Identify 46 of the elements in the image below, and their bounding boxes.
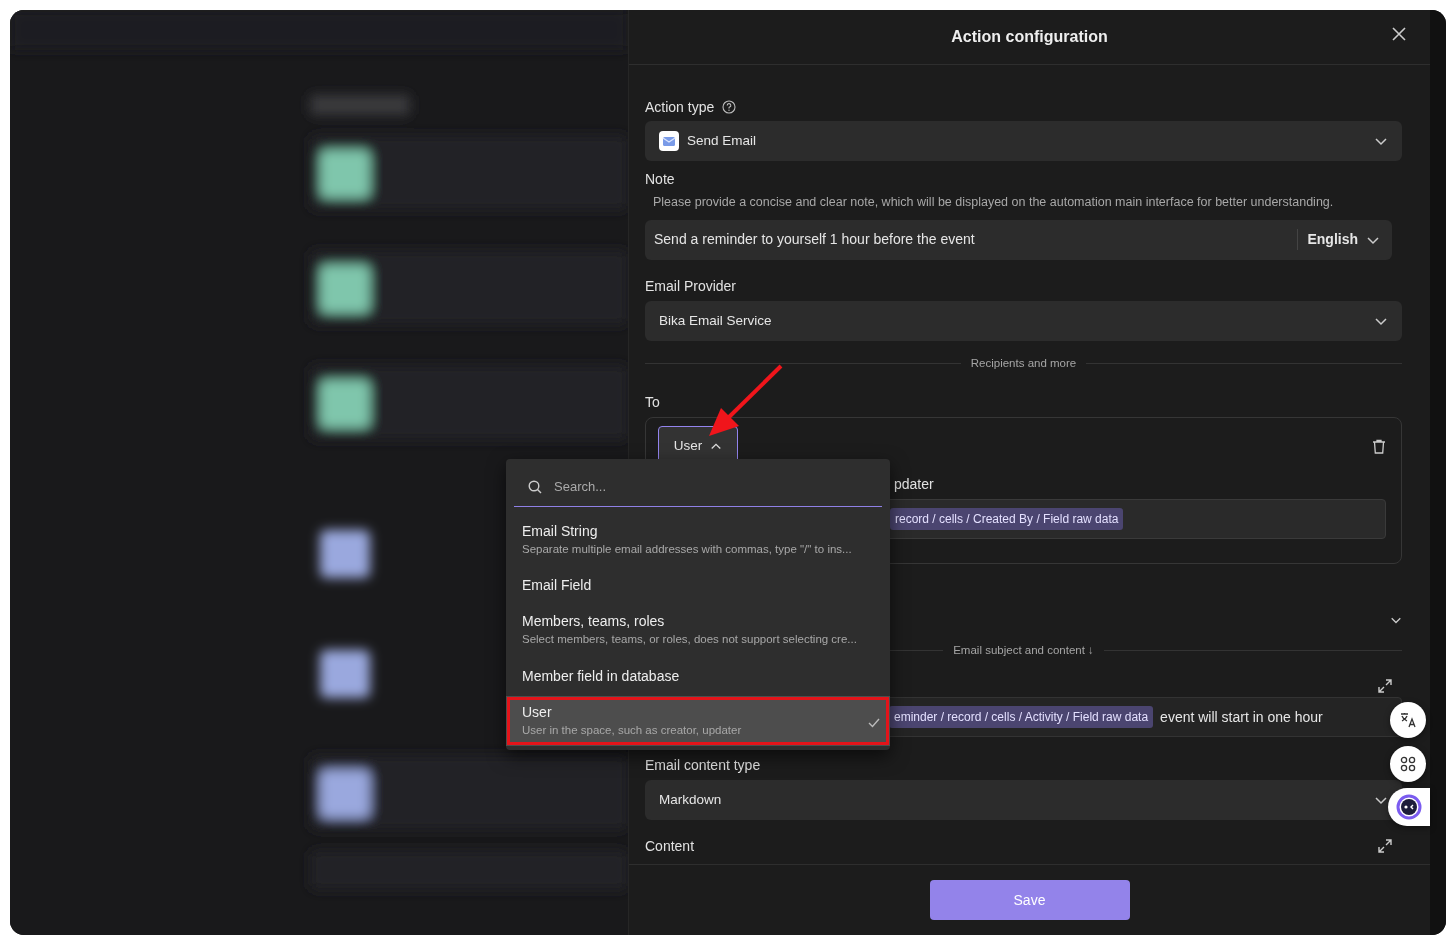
assistant-button[interactable] bbox=[1388, 788, 1430, 826]
section-divider-label: Recipients and more bbox=[970, 355, 1077, 371]
field-label: Note bbox=[645, 170, 676, 189]
field-label: Email content type bbox=[645, 756, 762, 776]
dropdown-option[interactable]: User User in the space, such as creator, updater bbox=[506, 695, 890, 746]
dialog-title: Action configuration bbox=[951, 27, 1108, 47]
option-description: Select members, teams, or roles, does not support selecting cre... bbox=[522, 632, 858, 648]
section-divider-label: Email subject and content ↓ bbox=[953, 643, 1094, 658]
option-title: User bbox=[522, 702, 552, 722]
dropdown-option[interactable]: Member field in database bbox=[506, 655, 890, 696]
search-icon bbox=[528, 479, 542, 494]
field-value: event will start in one hour bbox=[1160, 707, 1323, 727]
action-type-select[interactable]: Send Email bbox=[645, 121, 1402, 161]
check-icon bbox=[868, 717, 880, 728]
option-title: Members, teams, roles bbox=[522, 612, 665, 632]
expand-icon[interactable] bbox=[1378, 839, 1392, 854]
option-title: Member field in database bbox=[522, 666, 680, 686]
language-select[interactable]: English bbox=[1307, 229, 1358, 251]
close-icon[interactable] bbox=[1392, 27, 1406, 41]
field-label: To bbox=[645, 393, 661, 412]
email-provider-select[interactable]: Bika Email Service bbox=[645, 300, 1402, 341]
option-title: Email Field bbox=[522, 576, 592, 596]
hint-text: Please provide a concise and clear note, which will be displayed on the automation main interface for better understanding. bbox=[652, 194, 1335, 211]
translate-icon bbox=[1399, 711, 1417, 729]
dropdown-option[interactable]: Members, teams, roles Select members, teams, or roles, does not support selecting cre... bbox=[506, 605, 890, 656]
select-value: Bika Email Service bbox=[659, 311, 772, 330]
variable-tag: record / cells / Created By / Field raw data bbox=[890, 508, 1124, 530]
note-field[interactable]: Send a reminder to yourself 1 hour before the event English bbox=[645, 219, 1392, 260]
grid-icon bbox=[1400, 756, 1416, 772]
trash-icon[interactable] bbox=[1372, 438, 1386, 454]
robot-face-icon bbox=[1396, 794, 1422, 820]
expand-icon[interactable] bbox=[1378, 679, 1392, 694]
variable-tag: eminder / record / cells / Activity / Field raw data bbox=[889, 706, 1154, 729]
email-icon bbox=[659, 131, 679, 151]
field-label: pdater bbox=[894, 476, 934, 492]
option-description: Separate multiple email addresses with commas, type "/" to ins... bbox=[522, 542, 853, 557]
field-label: Email Provider bbox=[645, 276, 738, 296]
content-type-select[interactable]: Markdown bbox=[645, 780, 1402, 821]
field-value: Send a reminder to yourself 1 hour before the event bbox=[654, 230, 976, 250]
field-label: Action type bbox=[645, 98, 715, 117]
help-icon[interactable] bbox=[722, 100, 737, 114]
option-title: Email String bbox=[522, 522, 598, 541]
select-value: Send Email bbox=[687, 131, 757, 150]
field-label: Content bbox=[645, 837, 695, 857]
dropdown-option[interactable]: Email Field bbox=[506, 565, 890, 606]
select-value: Markdown bbox=[659, 791, 722, 810]
